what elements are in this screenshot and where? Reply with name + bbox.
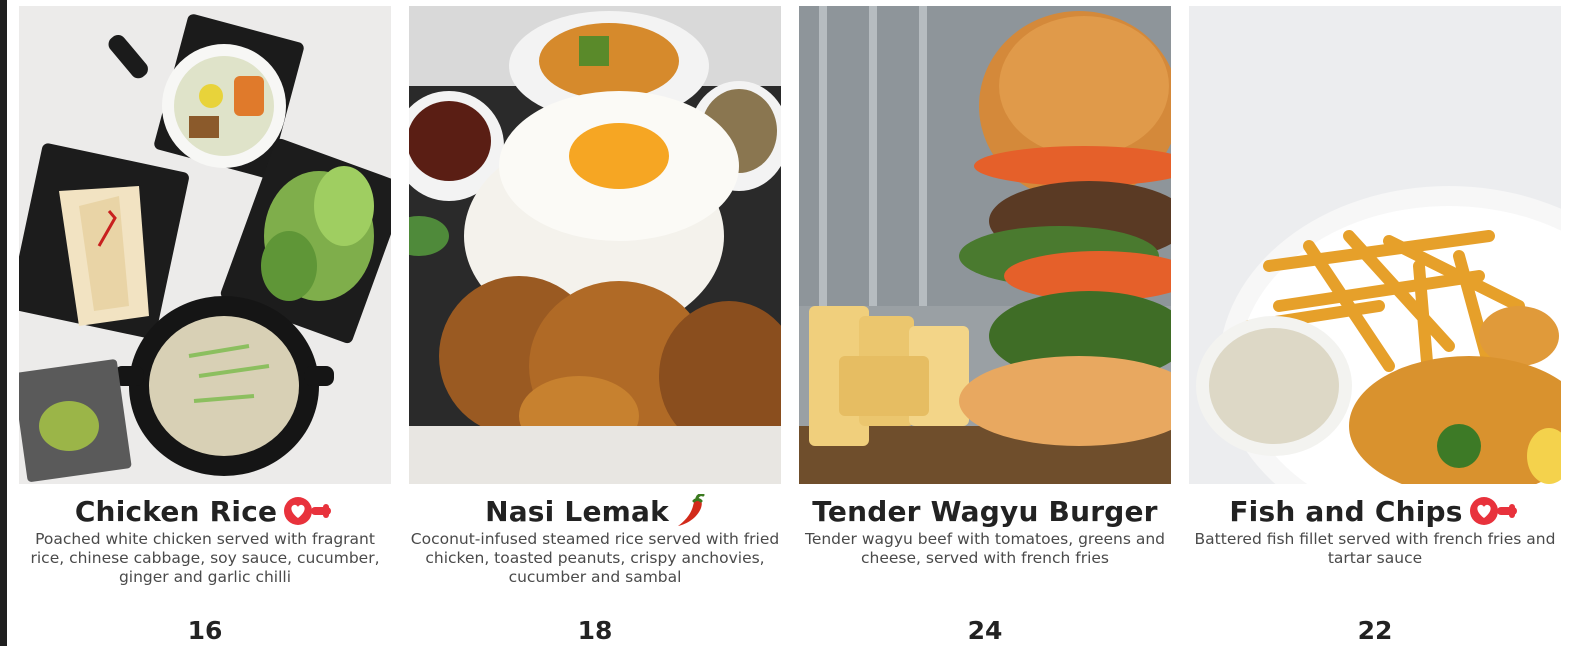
item-title-row: Fish and Chips: [1229, 492, 1520, 530]
nasi-lemak-photo: [409, 6, 781, 484]
fish-and-chips-photo: [1189, 6, 1561, 484]
item-description: Battered fish fillet served with french …: [1194, 530, 1556, 567]
item-price: 16: [187, 616, 223, 645]
menu-grid: Chicken Rice Poached white chicken serve…: [19, 6, 1561, 645]
item-title-row: Tender Wagyu Burger: [812, 492, 1157, 530]
item-name: Tender Wagyu Burger: [812, 494, 1158, 528]
item-description: Coconut-infused steamed rice served with…: [410, 530, 780, 586]
item-description: Tender wagyu beef with tomatoes, greens …: [804, 530, 1166, 567]
item-name: Nasi Lemak: [485, 494, 669, 528]
chilli-icon: [675, 494, 705, 528]
chicken-rice-photo: [19, 6, 391, 484]
item-description: Poached white chicken served with fragra…: [30, 530, 380, 586]
item-name: Chicken Rice: [74, 494, 278, 528]
heart-icon: [1469, 496, 1521, 526]
item-title-row: Nasi Lemak: [485, 492, 705, 530]
item-price: 22: [1357, 616, 1393, 645]
menu-item-chicken-rice[interactable]: Chicken Rice Poached white chicken serve…: [19, 6, 391, 645]
heart-icon: [283, 496, 335, 526]
menu-item-fish-and-chips[interactable]: Fish and Chips Battered fish fillet serv…: [1189, 6, 1561, 645]
wagyu-burger-photo: [799, 6, 1171, 484]
menu-item-nasi-lemak[interactable]: Nasi Lemak Coconut-infused steamed rice …: [409, 6, 781, 645]
menu-item-wagyu-burger[interactable]: Tender Wagyu Burger Tender wagyu beef wi…: [799, 6, 1171, 645]
item-price: 18: [577, 616, 613, 645]
item-price: 24: [967, 616, 1003, 645]
item-title-row: Chicken Rice: [75, 492, 335, 530]
item-name: Fish and Chips: [1229, 494, 1463, 528]
left-border: [0, 0, 7, 646]
